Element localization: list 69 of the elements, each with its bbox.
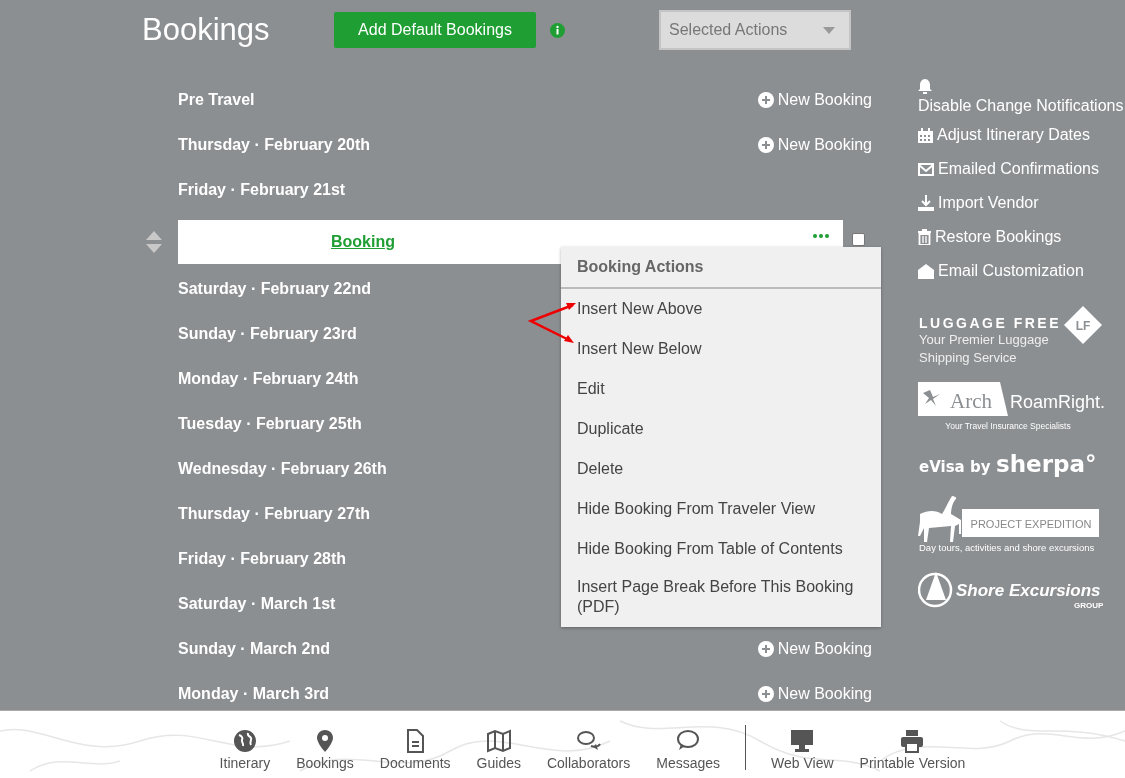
partner-logo[interactable]: Arch RoamRight. Your Travel Insurance Specialists — [918, 382, 1106, 431]
partner-logo[interactable]: eVisa by sherpa° — [919, 451, 1097, 477]
sidebar-action-link[interactable]: Disable Change Notifications — [918, 78, 1125, 118]
day-heading: Friday · February 28th — [178, 548, 347, 569]
selected-actions-dropdown[interactable]: Selected Actions — [659, 10, 851, 50]
menu-item[interactable]: Hide Booking From Table of Contents — [561, 529, 881, 569]
nav-item[interactable]: Collaborators — [533, 711, 644, 778]
download-icon — [918, 195, 934, 211]
day-heading: Monday · February 24th — [178, 368, 359, 389]
envelope-icon — [918, 162, 934, 176]
plus-circle-icon — [757, 685, 774, 702]
plus-circle-icon — [757, 91, 774, 108]
day-heading: Monday · March 3rd — [178, 683, 330, 704]
menu-item[interactable]: Insert New Below — [561, 329, 881, 369]
nav-item[interactable]: Itinerary — [206, 711, 284, 778]
plus-circle-icon — [757, 640, 774, 657]
trash-icon — [918, 229, 931, 245]
new-booking-button[interactable]: New Booking — [757, 636, 872, 661]
add-default-bookings-button[interactable]: Add Default Bookings — [334, 12, 536, 48]
sidebar-action-link[interactable]: Emailed Confirmations — [918, 152, 1125, 186]
day-heading: Sunday · February 23rd — [178, 323, 357, 344]
sidebar-action-link[interactable]: Adjust Itinerary Dates — [918, 118, 1125, 152]
chat-bubble-icon — [676, 729, 701, 753]
sidebar-action-link[interactable]: Restore Bookings — [918, 220, 1125, 254]
info-icon[interactable] — [550, 22, 565, 38]
bell-icon — [918, 78, 932, 94]
calendar-icon — [918, 127, 933, 143]
open-envelope-icon — [918, 263, 934, 279]
caret-icon — [823, 26, 835, 34]
partner-logo[interactable]: LUGGAGE FREE LF Your Premier Luggage Shipping Service — [919, 306, 1102, 365]
day-heading: Thursday · February 20th — [178, 134, 371, 155]
annotation-arrows — [528, 303, 576, 343]
menu-item[interactable]: Duplicate — [561, 409, 881, 449]
new-booking-button[interactable]: New Booking — [757, 87, 872, 112]
day-heading: Tuesday · February 25th — [178, 413, 362, 434]
day-heading: Thursday · February 27th — [178, 503, 371, 524]
partner-logo[interactable]: PROJECT EXPEDITION Day tours, activities and shore excursions — [918, 496, 1099, 553]
new-booking-button[interactable]: New Booking — [757, 681, 872, 706]
day-heading: Sunday · March 2nd — [178, 638, 331, 659]
menu-item[interactable]: Hide Booking From Traveler View — [561, 489, 881, 529]
day-heading: Saturday · March 1st — [178, 593, 336, 614]
monitor-icon — [790, 729, 815, 753]
drag-handle-icon[interactable] — [146, 231, 162, 253]
nav-item[interactable]: Printable Version — [846, 711, 979, 778]
menu-title: Booking Actions — [561, 247, 881, 289]
sidebar-action-link[interactable]: Email Customization — [918, 254, 1125, 288]
menu-item[interactable]: Delete — [561, 449, 881, 489]
nav-item[interactable]: Guides — [463, 711, 534, 778]
day-heading: Friday · February 21st — [178, 179, 346, 200]
new-booking-button[interactable]: New Booking — [757, 132, 872, 157]
nav-item[interactable]: Bookings — [283, 711, 367, 778]
checkbox[interactable] — [852, 232, 865, 246]
menu-item[interactable]: Insert New Above — [561, 289, 881, 329]
partner-logo[interactable]: Shore Excursions GROUP — [918, 572, 1104, 610]
more-options-icon[interactable] — [813, 234, 829, 238]
nav-item[interactable]: Web View — [758, 711, 847, 778]
menu-item[interactable]: Edit — [561, 369, 881, 409]
nav-item[interactable]: Messages — [643, 711, 734, 778]
printer-icon — [900, 729, 925, 753]
day-heading: Saturday · February 22nd — [178, 278, 371, 299]
page-title: Bookings — [142, 11, 271, 49]
day-heading: Pre Travel — [178, 89, 255, 110]
sidebar-action-link[interactable]: Import Vendor — [918, 186, 1125, 220]
menu-item[interactable]: Insert Page Break Before This Booking (PDF) — [561, 569, 881, 627]
map-icon — [486, 729, 511, 753]
plus-circle-icon — [757, 136, 774, 153]
nav-item[interactable]: Documents — [366, 711, 464, 778]
booking-link[interactable]: Booking — [331, 230, 395, 254]
day-heading: Wednesday · February 26th — [178, 458, 387, 479]
